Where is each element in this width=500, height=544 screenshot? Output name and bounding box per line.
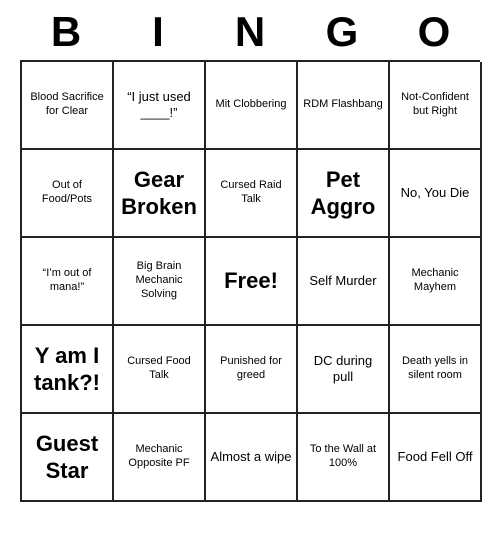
bingo-cell: Guest Star xyxy=(22,414,114,502)
bingo-grid: Blood Sacrifice for Clear“I just used __… xyxy=(20,60,480,502)
bingo-cell: Cursed Food Talk xyxy=(114,326,206,414)
letter-g: G xyxy=(296,8,388,56)
bingo-cell: Mit Clobbering xyxy=(206,62,298,150)
bingo-cell: “I just used ____!” xyxy=(114,62,206,150)
bingo-cell: Y am I tank?! xyxy=(22,326,114,414)
bingo-cell: Mechanic Mayhem xyxy=(390,238,482,326)
bingo-cell: Pet Aggro xyxy=(298,150,390,238)
bingo-cell: Out of Food/Pots xyxy=(22,150,114,238)
bingo-cell: Death yells in silent room xyxy=(390,326,482,414)
bingo-cell: Gear Broken xyxy=(114,150,206,238)
bingo-cell: Not-Confident but Right xyxy=(390,62,482,150)
bingo-title: B I N G O xyxy=(20,0,480,60)
letter-o: O xyxy=(388,8,480,56)
bingo-cell: Self Murder xyxy=(298,238,390,326)
bingo-cell: DC during pull xyxy=(298,326,390,414)
bingo-cell: Blood Sacrifice for Clear xyxy=(22,62,114,150)
letter-n: N xyxy=(204,8,296,56)
bingo-cell: Food Fell Off xyxy=(390,414,482,502)
bingo-cell: No, You Die xyxy=(390,150,482,238)
bingo-cell: Mechanic Opposite PF xyxy=(114,414,206,502)
bingo-cell: RDM Flashbang xyxy=(298,62,390,150)
letter-i: I xyxy=(112,8,204,56)
letter-b: B xyxy=(20,8,112,56)
bingo-cell: Almost a wipe xyxy=(206,414,298,502)
bingo-cell: Big Brain Mechanic Solving xyxy=(114,238,206,326)
bingo-cell: To the Wall at 100% xyxy=(298,414,390,502)
bingo-cell: Punished for greed xyxy=(206,326,298,414)
bingo-cell: Free! xyxy=(206,238,298,326)
bingo-cell: Cursed Raid Talk xyxy=(206,150,298,238)
bingo-cell: “I’m out of mana!” xyxy=(22,238,114,326)
